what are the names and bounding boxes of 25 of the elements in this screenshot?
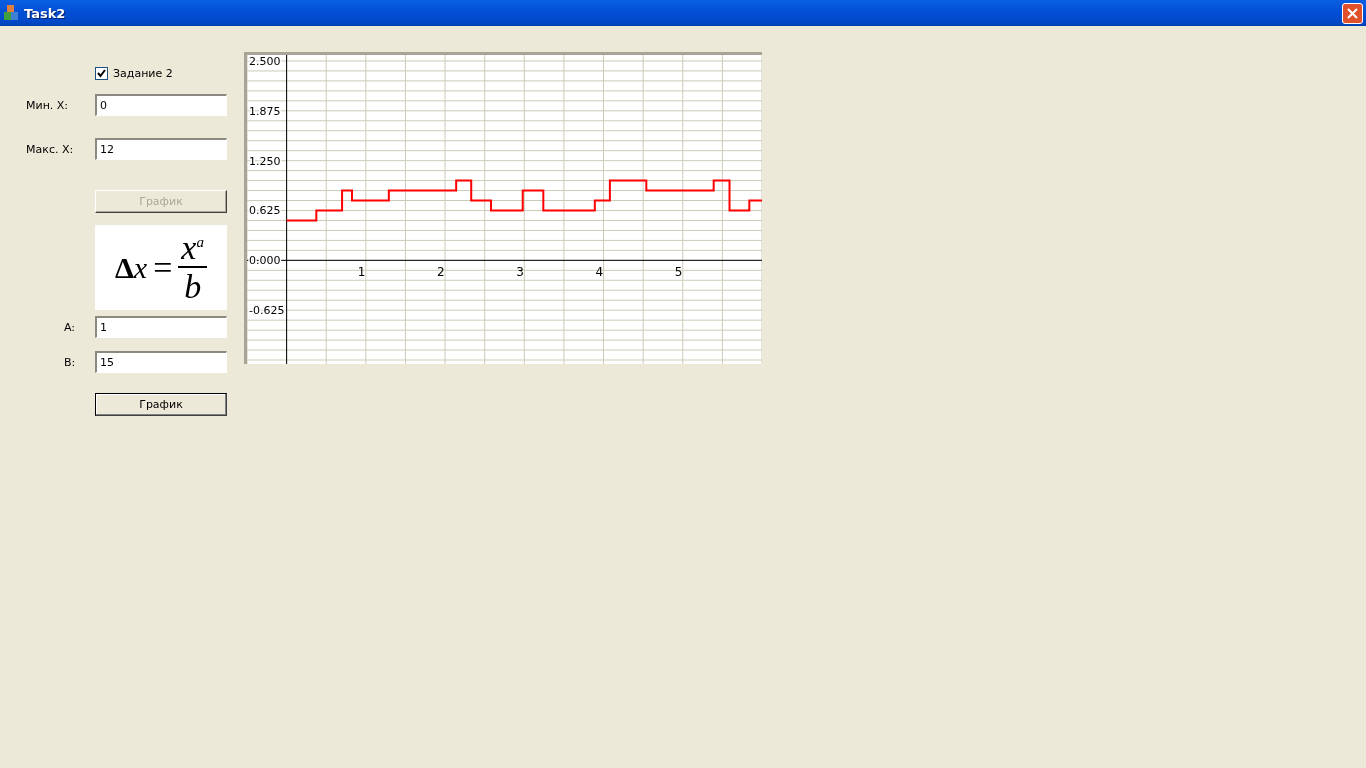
- checkbox-label: Задание 2: [113, 66, 173, 80]
- input-field[interactable]: 0: [95, 94, 227, 116]
- input-field[interactable]: 15: [95, 351, 227, 373]
- x-tick-label: 3: [516, 265, 524, 280]
- field-label: B:: [64, 355, 77, 369]
- y-tick-label: 2.500: [249, 55, 281, 68]
- field-label: Макс. X:: [26, 142, 75, 156]
- plot-button[interactable]: График: [95, 393, 227, 416]
- checkbox[interactable]: [95, 66, 108, 80]
- field-label: A:: [64, 320, 77, 334]
- input-field[interactable]: 12: [95, 138, 227, 160]
- app-icon: [3, 5, 19, 21]
- x-tick-label: 5: [674, 265, 683, 280]
- y-tick-label: -0.625: [249, 304, 285, 318]
- field-label: Мин. X:: [26, 98, 70, 112]
- window-title: Task2: [24, 5, 67, 21]
- y-tick-label: 0.625: [249, 204, 281, 218]
- x-tick-label: 1: [357, 265, 366, 280]
- close-icon: [1347, 7, 1358, 19]
- input-field[interactable]: 1: [95, 316, 227, 338]
- y-tick-label: 1.875: [249, 104, 281, 118]
- x-tick-label: 2: [437, 265, 445, 280]
- close-button[interactable]: [1342, 2, 1363, 24]
- x-tick-label: 4: [595, 265, 604, 280]
- y-tick-label: 1.250: [249, 154, 281, 168]
